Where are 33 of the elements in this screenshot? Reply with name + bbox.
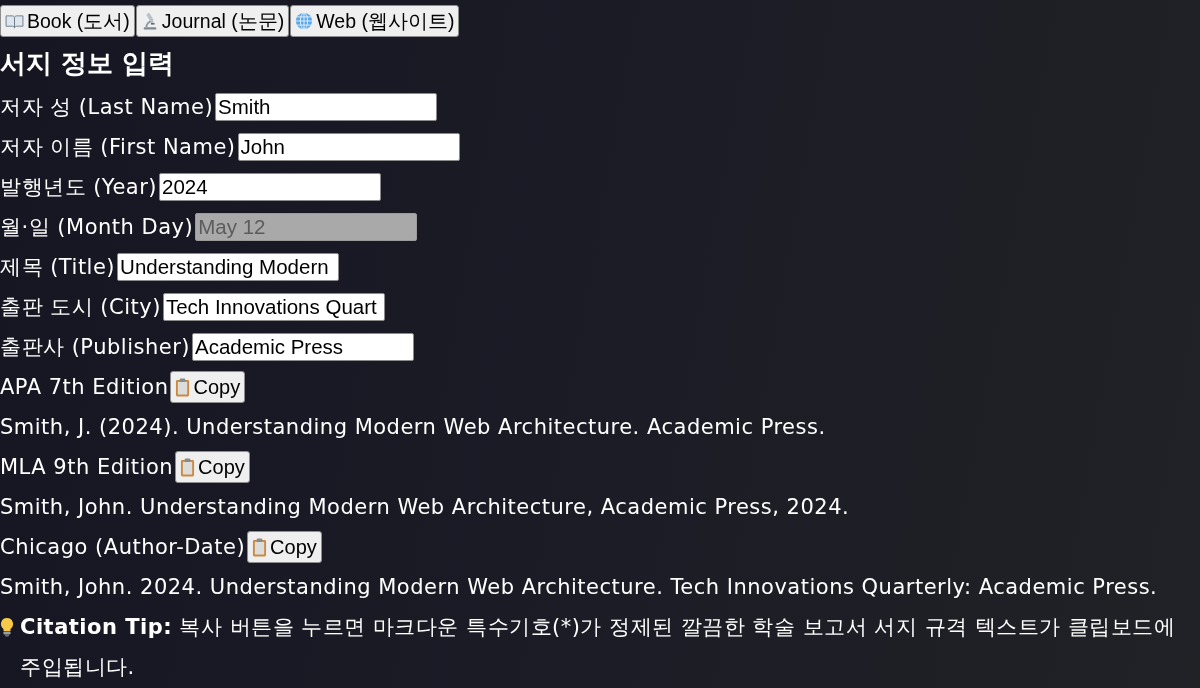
text-field[interactable]: Tech Innovations Quart — [162, 293, 385, 321]
source-type-button[interactable]: Journal (논문) — [135, 5, 290, 37]
citation-style-label: MLA 9th Edition — [0, 455, 174, 479]
field-label: 출판사 (Publisher) — [0, 334, 190, 361]
field-label: 월·일 (Month Day) — [0, 214, 194, 241]
source-type-button[interactable]: Web (웹사이트) — [290, 5, 460, 37]
clipboard-icon — [180, 457, 196, 477]
text-field[interactable]: 2024 — [159, 173, 382, 201]
clipboard-icon — [252, 537, 268, 557]
lightbulb-icon — [0, 617, 14, 637]
field-label: 발행년도 (Year) — [0, 174, 158, 201]
source-type-button[interactable]: Book (도서) — [0, 5, 135, 37]
copy-button[interactable]: Copy — [247, 531, 322, 563]
citation-tip: Citation Tip: 복사 버튼을 누르면 마크다운 특수기호(*)가 정제된 깔끔한 학술 보고서 서지 규격 텍스트가 클립보드에 주입됩니다. — [20, 614, 1177, 681]
text-field[interactable]: Understanding Modern — [117, 253, 340, 281]
citation-style-label: APA 7th Edition — [0, 375, 169, 399]
copy-button[interactable]: Copy — [170, 371, 246, 403]
form-heading: 서지 정보 입력 — [0, 47, 176, 80]
citation-text: Smith, John. 2024. Understanding Modern Web Architecture. Tech Innovations Quarterly: Academic Press. — [0, 574, 1159, 601]
copy-button[interactable]: Copy — [175, 451, 250, 483]
field-label: 출판 도시 (City) — [0, 294, 161, 321]
citation-text: Smith, John. Understanding Modern Web Architecture, Academic Press, 2024. — [0, 494, 851, 521]
text-field[interactable]: Smith — [215, 93, 438, 121]
citation-text: Smith, J. (2024). Understanding Modern Web Architecture. Academic Press. — [0, 414, 827, 441]
field-label: 저자 이름 (First Name) — [0, 134, 236, 161]
globe-icon — [295, 12, 314, 30]
text-field[interactable]: Academic Press — [191, 333, 414, 361]
field-label: 제목 (Title) — [0, 254, 116, 281]
text-field[interactable]: John — [237, 133, 460, 161]
field-label: 저자 성 (Last Name) — [0, 94, 214, 121]
clipboard-icon — [175, 377, 191, 397]
open-book-icon — [5, 13, 24, 29]
citation-style-label: Chicago (Author-Date) — [0, 535, 246, 559]
